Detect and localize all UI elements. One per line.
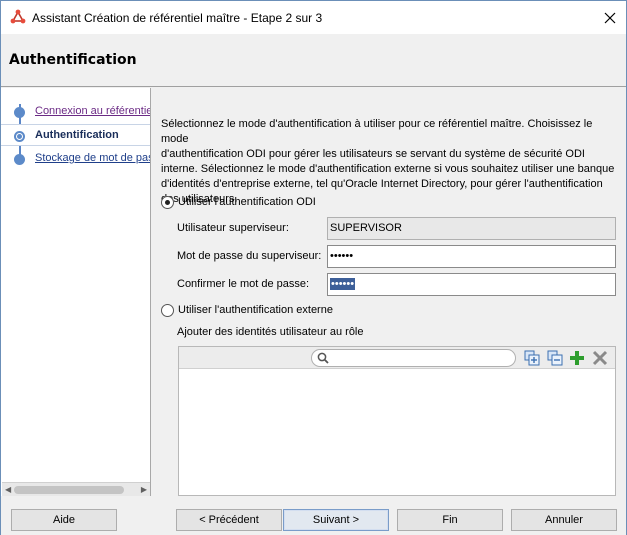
remove-multiple-icon[interactable] xyxy=(547,350,563,366)
scroll-thumb[interactable] xyxy=(14,486,124,494)
step-current-icon xyxy=(14,131,25,142)
next-button[interactable]: Suivant > xyxy=(283,509,389,531)
scroll-right-icon[interactable]: ▶ xyxy=(141,485,147,494)
intro-line: d'authentification ODI pour gérer les ut… xyxy=(161,148,585,160)
intro-line: d'identités d'entreprise externe, tel qu… xyxy=(161,178,603,190)
nav-item-stockage[interactable]: Stockage de mot de passe xyxy=(1,148,150,170)
add-multiple-icon[interactable] xyxy=(524,350,540,366)
step-pending-icon xyxy=(14,154,25,165)
intro-line: Sélectionnez le mode d'authentification … xyxy=(161,118,593,145)
nav-item-label[interactable]: Connexion au référentiel maître xyxy=(35,105,150,117)
wizard-steps-panel: Connexion au référentiel maître Authenti… xyxy=(1,88,151,496)
nav-item-label[interactable]: Stockage de mot de passe xyxy=(35,152,150,164)
search-icon xyxy=(317,352,329,367)
delete-icon[interactable] xyxy=(592,350,608,366)
supervisor-user-field: SUPERVISOR xyxy=(327,217,616,240)
list-toolbar xyxy=(179,347,615,369)
nav-item-label: Authentification xyxy=(35,129,119,141)
wizard-window: Assistant Création de référentiel maître… xyxy=(0,0,627,535)
role-identities-list[interactable] xyxy=(178,346,616,496)
nav-item-authentification[interactable]: Authentification xyxy=(1,124,150,146)
external-auth-radio[interactable] xyxy=(161,304,174,317)
help-button[interactable]: Aide xyxy=(11,509,117,531)
intro-text: Sélectionnez le mode d'authentification … xyxy=(161,117,621,207)
scroll-left-icon[interactable]: ◀ xyxy=(5,485,11,494)
steps-horizontal-scrollbar[interactable]: ◀ ▶ xyxy=(2,482,150,496)
odi-auth-label[interactable]: Utiliser l'authentification ODI xyxy=(178,196,316,208)
finish-button[interactable]: Fin xyxy=(397,509,503,531)
step-visited-icon xyxy=(14,107,25,118)
confirm-password-label: Confirmer le mot de passe: xyxy=(177,278,310,290)
intro-line: interne. Sélectionnez le mode d'authenti… xyxy=(161,163,615,175)
title-bar: Assistant Création de référentiel maître… xyxy=(1,1,626,34)
window-title: Assistant Création de référentiel maître… xyxy=(32,11,323,25)
confirm-password-selection: •••••• xyxy=(330,278,356,290)
external-auth-label[interactable]: Utiliser l'authentification externe xyxy=(178,304,333,316)
page-title: Authentification xyxy=(9,52,137,68)
step-header: Authentification xyxy=(1,34,626,87)
search-input[interactable] xyxy=(311,349,516,367)
supervisor-password-label: Mot de passe du superviseur: xyxy=(177,250,322,262)
cancel-button[interactable]: Annuler xyxy=(511,509,617,531)
supervisor-user-label: Utilisateur superviseur: xyxy=(177,222,289,234)
nav-item-connexion[interactable]: Connexion au référentiel maître xyxy=(1,101,150,123)
odi-auth-radio[interactable] xyxy=(161,196,174,209)
confirm-password-field[interactable]: •••••• xyxy=(327,273,616,296)
close-icon[interactable] xyxy=(594,1,626,34)
content-panel: Sélectionnez le mode d'authentification … xyxy=(152,88,626,496)
back-button[interactable]: < Précédent xyxy=(176,509,282,531)
add-icon[interactable] xyxy=(569,350,585,366)
supervisor-password-field[interactable]: •••••• xyxy=(327,245,616,268)
button-bar: Aide < Précédent Suivant > Fin Annuler xyxy=(1,497,626,535)
odi-app-icon xyxy=(10,9,26,25)
role-identities-label: Ajouter des identités utilisateur au rôl… xyxy=(177,326,364,338)
